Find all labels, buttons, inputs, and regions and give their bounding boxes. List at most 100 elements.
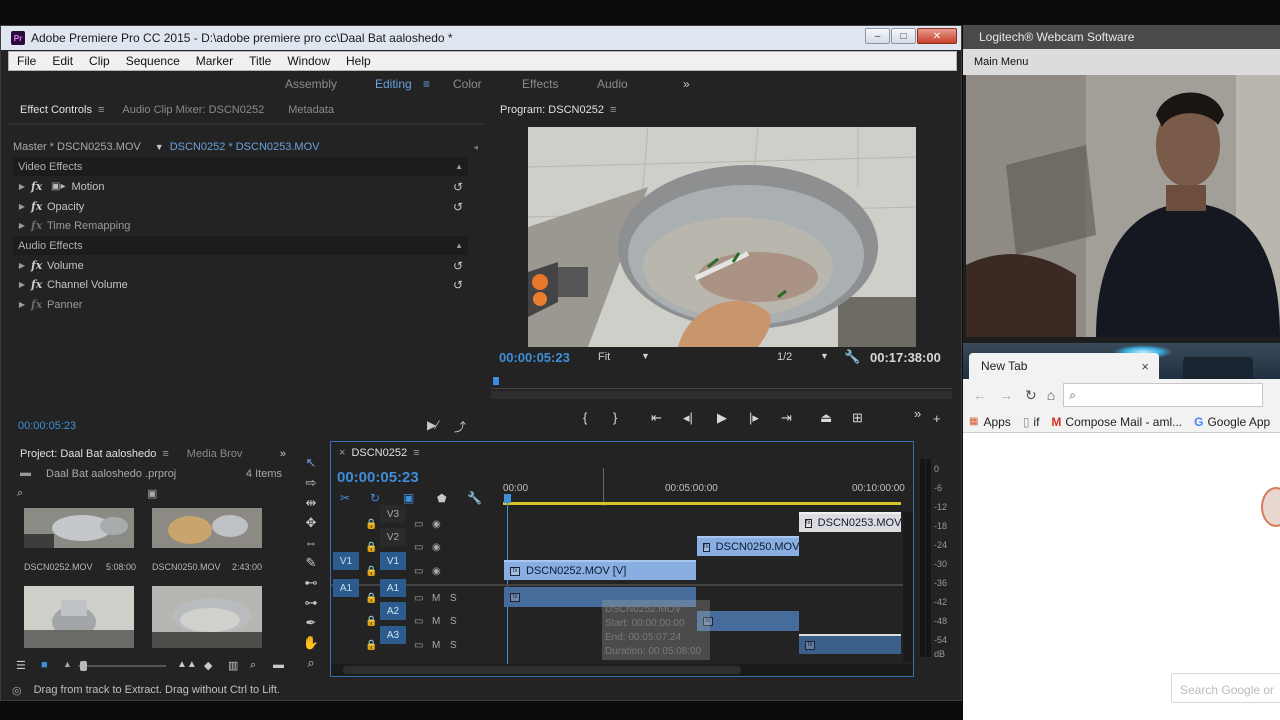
thumbnail-zoom-slider[interactable]	[78, 661, 166, 671]
lock-icon[interactable]: 🔒	[365, 593, 377, 604]
chevron-down-icon[interactable]: ▼	[641, 351, 650, 361]
snap-icon[interactable]: ✂	[340, 491, 350, 505]
workspace-menu-icon[interactable]: ≡	[423, 77, 430, 91]
effect-row-opacity[interactable]: ▶ fx Opacity ↺	[13, 197, 468, 216]
slip-tool-icon[interactable]: ⊷	[301, 575, 321, 591]
clip-thumbnail[interactable]	[24, 586, 134, 648]
track-select-tool-icon[interactable]: ⇨	[301, 475, 321, 491]
new-tab-button[interactable]	[1183, 357, 1253, 379]
fit-dropdown[interactable]: Fit	[598, 351, 610, 363]
filter-icon[interactable]: ▶⁄	[427, 418, 438, 432]
home-icon[interactable]: ⌂	[1047, 387, 1055, 403]
go-to-out-icon[interactable]: ⇥	[781, 410, 792, 426]
source-patch-a1[interactable]: A1	[333, 579, 359, 597]
timeline-ruler[interactable]: 00:00 00:05:00:00 00:10:00:00	[503, 468, 905, 506]
expand-triangle-icon[interactable]: ▶	[13, 300, 31, 309]
effect-row-volume[interactable]: ▶ fx Volume ↺	[13, 256, 468, 275]
marker-icon[interactable]: ⬟	[437, 492, 447, 505]
razor-tool-icon[interactable]: ✎	[301, 555, 321, 571]
mute-button[interactable]: M	[432, 616, 440, 627]
close-tab-icon[interactable]: ×	[331, 447, 349, 459]
reset-icon[interactable]: ↺	[453, 259, 463, 273]
export-icon[interactable]: ⤴	[454, 418, 466, 435]
tab-close-icon[interactable]: ×	[1141, 359, 1149, 374]
mark-out-icon[interactable]: }	[613, 410, 617, 425]
workspace-color[interactable]: Color	[453, 77, 482, 91]
track-label[interactable]: V3	[380, 505, 406, 523]
more-tabs-icon[interactable]: »	[280, 448, 286, 460]
step-back-icon[interactable]: ◂|	[683, 410, 693, 426]
expand-triangle-icon[interactable]: ▶	[13, 221, 31, 230]
panel-menu-icon[interactable]: ≡	[610, 104, 616, 116]
tab-audio-clip-mixer[interactable]: Audio Clip Mixer: DSCN0252	[110, 104, 276, 116]
clip-v1[interactable]: fx DSCN0252.MOV [V]	[504, 560, 696, 580]
solo-button[interactable]: S	[450, 616, 457, 627]
mute-button[interactable]: M	[432, 593, 440, 604]
bookmark-google-apps[interactable]: Google App	[1207, 415, 1270, 429]
maximize-button[interactable]: □	[891, 28, 916, 44]
track-label[interactable]: A3	[380, 626, 406, 644]
track-divider[interactable]	[331, 584, 906, 586]
eye-icon[interactable]: ◉	[432, 542, 441, 553]
reset-icon[interactable]: ↺	[453, 200, 463, 214]
menu-sequence[interactable]: Sequence	[118, 54, 188, 68]
monitor-zoom-bar[interactable]	[491, 391, 952, 399]
program-video-frame[interactable]	[528, 127, 916, 347]
fx-icon[interactable]: fx	[31, 298, 47, 311]
tab-program[interactable]: Program: DSCN0252	[488, 104, 616, 116]
list-view-icon[interactable]: ☰	[16, 659, 26, 672]
lock-icon[interactable]: 🔒	[365, 542, 377, 553]
effect-row-time-remapping[interactable]: ▶ fx Time Remapping	[13, 216, 468, 235]
playhead-marker[interactable]	[493, 377, 499, 385]
fx-icon[interactable]: fx	[31, 278, 47, 291]
clip-a3[interactable]: fx	[799, 634, 901, 654]
clip-thumbnail[interactable]	[152, 508, 262, 548]
wrench-icon[interactable]: 🔧	[467, 491, 482, 505]
menu-clip[interactable]: Clip	[81, 54, 118, 68]
lock-icon[interactable]: 🔒	[365, 640, 377, 651]
timeline-scrollbar[interactable]	[331, 664, 913, 676]
chevron-down-icon[interactable]: ▼	[820, 351, 829, 361]
chevron-down-icon[interactable]: ▼	[155, 142, 164, 152]
bookmark-if[interactable]: if	[1033, 415, 1039, 429]
workspace-editing[interactable]: Editing	[375, 77, 412, 91]
sync-lock-icon[interactable]: ▭	[414, 566, 423, 577]
bookmark-apps[interactable]: Apps	[983, 415, 1010, 429]
track-label[interactable]: A1	[380, 579, 406, 597]
collapse-icon[interactable]: ▲	[455, 162, 463, 171]
panel-menu-icon[interactable]: ≡	[162, 448, 168, 460]
google-search-box[interactable]: Search Google or	[1171, 673, 1280, 703]
ripple-edit-tool-icon[interactable]: ⇹	[301, 495, 321, 511]
workspace-assembly[interactable]: Assembly	[285, 77, 337, 91]
menu-marker[interactable]: Marker	[188, 54, 241, 68]
timeline-timecode[interactable]: 00:00:05:23	[337, 469, 419, 486]
sync-lock-icon[interactable]: ▭	[414, 519, 423, 530]
rolling-edit-tool-icon[interactable]: ✥	[301, 515, 321, 531]
close-button[interactable]: ✕	[917, 28, 957, 44]
resolution-dropdown[interactable]: 1/2	[777, 351, 792, 363]
expand-icon[interactable]: ◂	[473, 142, 478, 153]
solo-button[interactable]: S	[450, 593, 457, 604]
new-bin-icon[interactable]: ▬	[273, 659, 284, 671]
reset-icon[interactable]: ↺	[453, 278, 463, 292]
sort-icon[interactable]: ◆	[204, 659, 212, 672]
expand-triangle-icon[interactable]: ▶	[13, 261, 31, 270]
lift-icon[interactable]: ⏏	[820, 410, 832, 426]
slider-handle[interactable]	[80, 661, 87, 671]
chrome-tab[interactable]: New Tab ×	[969, 353, 1159, 379]
master-clip-label[interactable]: Master * DSCN0253.MOV	[13, 141, 141, 153]
avatar[interactable]	[1261, 487, 1280, 527]
solo-button[interactable]: S	[450, 640, 457, 651]
workspace-more-icon[interactable]: »	[683, 77, 690, 91]
lock-icon[interactable]: 🔒	[365, 519, 377, 530]
menu-file[interactable]: File	[9, 54, 44, 68]
expand-triangle-icon[interactable]: ▶	[13, 280, 31, 289]
collapse-icon[interactable]: ▲	[455, 241, 463, 250]
work-area-bar[interactable]	[503, 502, 901, 505]
clip-thumbnail[interactable]	[24, 508, 134, 548]
clip-v2[interactable]: fx DSCN0250.MOV	[697, 536, 799, 556]
track-label[interactable]: V1	[380, 552, 406, 570]
lock-icon[interactable]: 🔒	[365, 566, 377, 577]
workspace-audio[interactable]: Audio	[597, 77, 628, 91]
omnibox[interactable]: ⌕	[1063, 383, 1264, 407]
